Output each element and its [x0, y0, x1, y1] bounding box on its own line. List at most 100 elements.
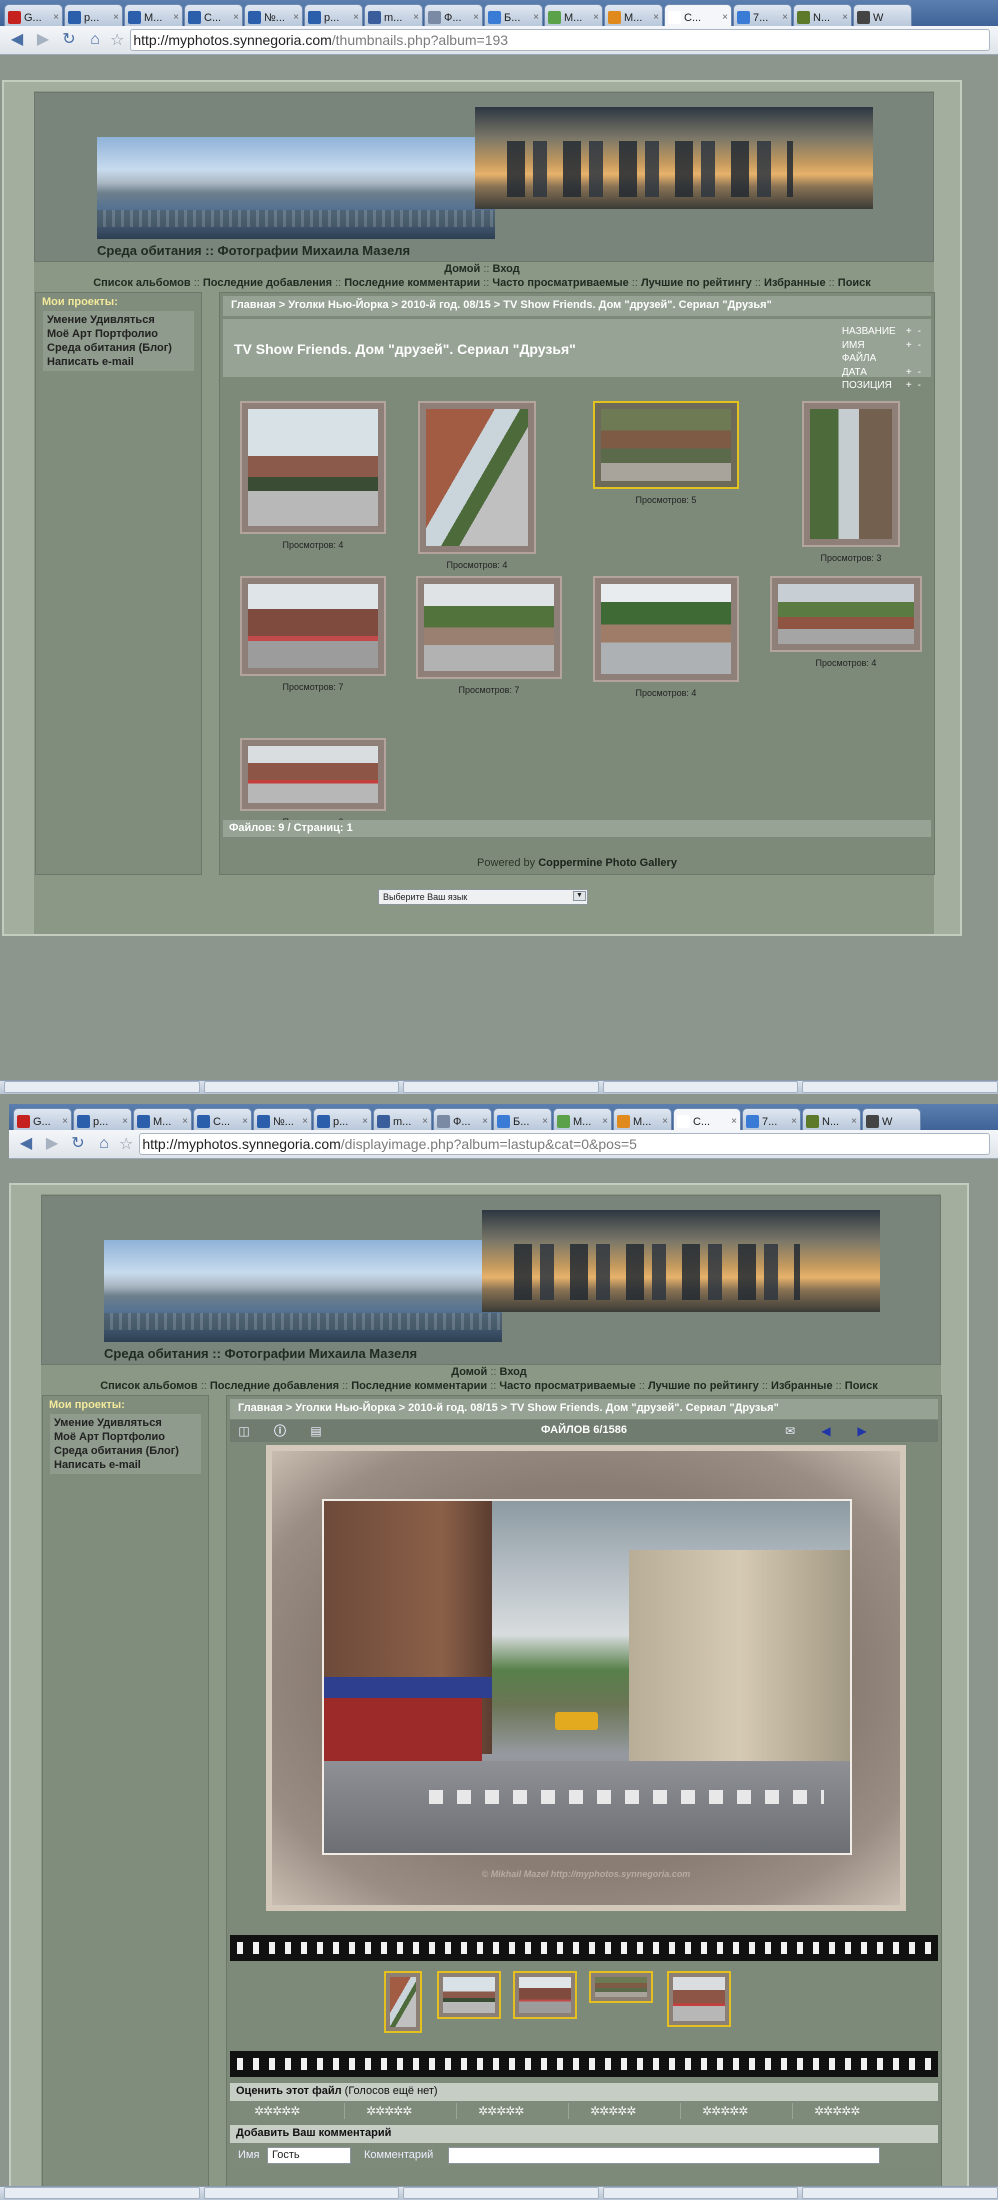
nav-link[interactable]: Поиск	[838, 277, 871, 289]
browser-tab[interactable]: M... ×	[133, 1108, 192, 1130]
sort-ascending-button[interactable]: +	[906, 379, 912, 393]
close-tab-icon[interactable]: ×	[791, 1116, 797, 1127]
browser-tab[interactable]: Ф... ×	[433, 1108, 492, 1130]
sort-descending-button[interactable]: -	[918, 339, 921, 366]
sort-descending-button[interactable]: -	[918, 366, 921, 380]
rating-stars-icon[interactable]: ✲✲✲✲✲	[366, 2104, 412, 2118]
filmstrip-thumbnail[interactable]	[384, 1971, 422, 2033]
close-tab-icon[interactable]: ×	[653, 12, 659, 23]
language-select[interactable]: Выберите Ваш язык ▼	[378, 889, 588, 905]
address-bar[interactable]: http://myphotos.synnegoria.com/displayim…	[139, 1133, 990, 1155]
nav-link[interactable]: Лучшие по рейтингу	[648, 1380, 759, 1392]
close-tab-icon[interactable]: ×	[533, 12, 539, 23]
browser-tab[interactable]: М... ×	[604, 4, 663, 26]
thumbnail-frame[interactable]	[240, 738, 386, 811]
close-tab-icon[interactable]: ×	[782, 12, 788, 23]
close-tab-icon[interactable]: ×	[851, 1116, 857, 1127]
browser-tab[interactable]: C... ×	[184, 4, 243, 26]
browser-tab[interactable]: M... ×	[124, 4, 183, 26]
name-input[interactable]: Гость	[267, 2147, 351, 2164]
close-tab-icon[interactable]: ×	[473, 12, 479, 23]
previous-icon[interactable]: ◀	[818, 1423, 834, 1439]
next-icon[interactable]: ▶	[854, 1423, 870, 1439]
close-tab-icon[interactable]: ×	[362, 1116, 368, 1127]
browser-tab[interactable]: W	[853, 4, 912, 26]
nav-link[interactable]: Избранные	[771, 1380, 833, 1392]
close-tab-icon[interactable]: ×	[113, 12, 119, 23]
browser-tab[interactable]: G... ×	[13, 1108, 72, 1130]
sidebar-item[interactable]: Моё Арт Портфолио	[54, 1430, 197, 1444]
browser-tab[interactable]: C... ×	[193, 1108, 252, 1130]
sidebar-item[interactable]: Умение Удивляться	[54, 1416, 197, 1430]
main-photo[interactable]	[322, 1499, 852, 1855]
browser-tab[interactable]: М... ×	[613, 1108, 672, 1130]
breadcrumb[interactable]: Главная > Уголки Нью-Йорка > 2010-й год.…	[230, 1399, 938, 1419]
browser-tab[interactable]: p... ×	[304, 4, 363, 26]
nav-link[interactable]: Последние комментарии	[344, 277, 480, 289]
sidebar-item[interactable]: Написать e-mail	[47, 355, 190, 369]
thumbnail-frame[interactable]	[416, 576, 562, 679]
browser-tab[interactable]: Б... ×	[484, 4, 543, 26]
browser-tab[interactable]: p... ×	[313, 1108, 372, 1130]
reload-icon[interactable]: ↻	[67, 1133, 89, 1155]
browser-tab[interactable]: W	[862, 1108, 921, 1130]
thumbnail-frame[interactable]	[240, 576, 386, 676]
home-icon[interactable]: ⌂	[84, 29, 106, 51]
nav-link[interactable]: Список альбомов	[100, 1380, 197, 1392]
bookmark-star-icon[interactable]: ☆	[110, 30, 124, 50]
home-icon[interactable]: ⌂	[93, 1133, 115, 1155]
rating-stars-icon[interactable]: ✲✲✲✲✲	[478, 2104, 524, 2118]
sidebar-item[interactable]: Умение Удивляться	[47, 313, 190, 327]
browser-tab[interactable]: N... ×	[802, 1108, 861, 1130]
browser-tab[interactable]: G... ×	[4, 4, 63, 26]
filmstrip-thumbnail[interactable]	[667, 1971, 731, 2027]
sidebar-item[interactable]: Среда обитания (Блог)	[54, 1444, 197, 1458]
browser-tab[interactable]: М... ×	[544, 4, 603, 26]
browser-tab[interactable]: 7... ×	[733, 4, 792, 26]
close-tab-icon[interactable]: ×	[482, 1116, 488, 1127]
sort-ascending-button[interactable]: +	[906, 339, 912, 366]
thumbnail-frame[interactable]	[593, 576, 739, 682]
sort-ascending-button[interactable]: +	[906, 325, 912, 339]
close-tab-icon[interactable]: ×	[182, 1116, 188, 1127]
close-tab-icon[interactable]: ×	[122, 1116, 128, 1127]
filmstrip-thumbnail[interactable]	[437, 1971, 501, 2019]
sort-ascending-button[interactable]: +	[906, 366, 912, 380]
ecard-mail-icon[interactable]: ✉	[782, 1423, 798, 1439]
browser-tab[interactable]: №... ×	[244, 4, 303, 26]
browser-tab[interactable]: p... ×	[73, 1108, 132, 1130]
nav-link[interactable]: Избранные	[764, 277, 826, 289]
close-tab-icon[interactable]: ×	[731, 1116, 737, 1127]
nav-link[interactable]: Список альбомов	[93, 277, 190, 289]
nav-login[interactable]: Вход	[493, 263, 520, 275]
nav-link[interactable]: Часто просматриваемые	[499, 1380, 635, 1392]
close-tab-icon[interactable]: ×	[353, 12, 359, 23]
browser-tab[interactable]: М... ×	[553, 1108, 612, 1130]
close-tab-icon[interactable]: ×	[662, 1116, 668, 1127]
browser-tab[interactable]: 7... ×	[742, 1108, 801, 1130]
bookmark-star-icon[interactable]: ☆	[119, 1134, 133, 1154]
close-tab-icon[interactable]: ×	[722, 12, 728, 23]
nav-home[interactable]: Домой	[451, 1366, 487, 1378]
thumbnail-frame[interactable]	[593, 401, 739, 489]
close-tab-icon[interactable]: ×	[422, 1116, 428, 1127]
close-tab-icon[interactable]: ×	[173, 12, 179, 23]
sidebar-item[interactable]: Написать e-mail	[54, 1458, 197, 1472]
forward-icon[interactable]: ▶	[32, 29, 54, 51]
browser-tab[interactable]: m... ×	[373, 1108, 432, 1130]
browser-tab[interactable]: m... ×	[364, 4, 423, 26]
browser-tab[interactable]: С... ×	[664, 4, 732, 26]
back-icon[interactable]: ◀	[15, 1133, 37, 1155]
nav-link[interactable]: Последние комментарии	[351, 1380, 487, 1392]
nav-link[interactable]: Часто просматриваемые	[492, 277, 628, 289]
nav-link[interactable]: Поиск	[845, 1380, 878, 1392]
nav-link[interactable]: Последние добавления	[203, 277, 332, 289]
rating-stars-icon[interactable]: ✲✲✲✲✲	[254, 2104, 300, 2118]
close-tab-icon[interactable]: ×	[233, 12, 239, 23]
reload-icon[interactable]: ↻	[58, 29, 80, 51]
comment-input[interactable]	[448, 2147, 880, 2164]
back-icon[interactable]: ◀	[6, 29, 28, 51]
close-tab-icon[interactable]: ×	[62, 1116, 68, 1127]
browser-tab[interactable]: Ф... ×	[424, 4, 483, 26]
thumbnail-frame[interactable]	[240, 401, 386, 534]
